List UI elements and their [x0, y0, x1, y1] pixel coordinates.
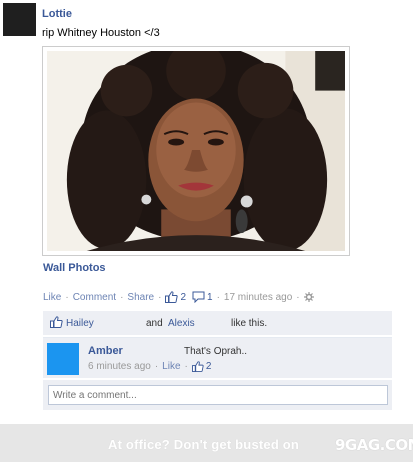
write-comment-area	[43, 380, 392, 410]
comment-likes-count: 2	[205, 361, 212, 372]
separator-dot: ·	[65, 291, 69, 303]
comment-like-link[interactable]: Like	[162, 361, 180, 372]
settings-gear-icon[interactable]	[303, 292, 314, 302]
comment-text: That's Oprah..	[184, 346, 248, 357]
separator-dot: ·	[158, 291, 162, 303]
post-action-row: Like · Comment · Share · 2 1 · 17 minute…	[43, 290, 314, 304]
comment-timestamp[interactable]: 6 minutes ago	[88, 361, 151, 372]
separator-dot: ·	[154, 361, 159, 372]
likes-count-button[interactable]: 2	[165, 291, 186, 303]
watermark-footer: At office? Don't get busted on 9GAG.COM	[0, 424, 413, 462]
thumbs-up-icon[interactable]	[191, 361, 204, 372]
separator-dot: ·	[184, 361, 188, 372]
post-photo[interactable]	[42, 46, 350, 256]
comment-author-name[interactable]: Amber	[88, 345, 123, 357]
post-status-text: rip Whitney Houston </3	[42, 27, 160, 39]
write-comment-input[interactable]	[48, 385, 388, 405]
album-link-wall-photos[interactable]: Wall Photos	[43, 262, 106, 274]
footer-tagline: At office? Don't get busted on	[108, 437, 300, 452]
separator-dot: ·	[296, 291, 300, 303]
separator-dot: ·	[216, 291, 220, 303]
separator-dot: ·	[120, 291, 124, 303]
likes-conjunction: and	[146, 318, 163, 329]
post-author-name[interactable]: Lottie	[42, 8, 72, 20]
speech-bubble-icon	[192, 291, 205, 303]
comment-meta: 6 minutes ago · Like · 2	[88, 361, 211, 372]
likes-suffix: like this.	[231, 318, 268, 329]
9gag-logo: 9GAG.COM	[335, 436, 413, 454]
share-link[interactable]: Share	[127, 292, 154, 303]
thumbs-up-icon	[50, 316, 63, 328]
thumbs-up-icon	[165, 291, 179, 303]
post-timestamp[interactable]: 17 minutes ago	[224, 292, 292, 303]
liker-link-alexis[interactable]: Alexis	[168, 318, 195, 329]
comment-item: Amber That's Oprah.. 6 minutes ago · Lik…	[43, 337, 392, 378]
liker-link-hailey[interactable]: Hailey	[66, 318, 94, 329]
commenter-avatar[interactable]	[47, 343, 79, 375]
comment-link[interactable]: Comment	[73, 292, 116, 303]
poster-avatar[interactable]	[3, 3, 36, 36]
likes-count: 2	[180, 291, 186, 303]
likes-summary-bar: Hailey and Alexis like this.	[43, 311, 392, 335]
like-link[interactable]: Like	[43, 292, 61, 303]
comments-count: 1	[207, 291, 213, 303]
portrait-photo	[47, 51, 345, 251]
comments-count-button[interactable]: 1	[192, 291, 213, 303]
